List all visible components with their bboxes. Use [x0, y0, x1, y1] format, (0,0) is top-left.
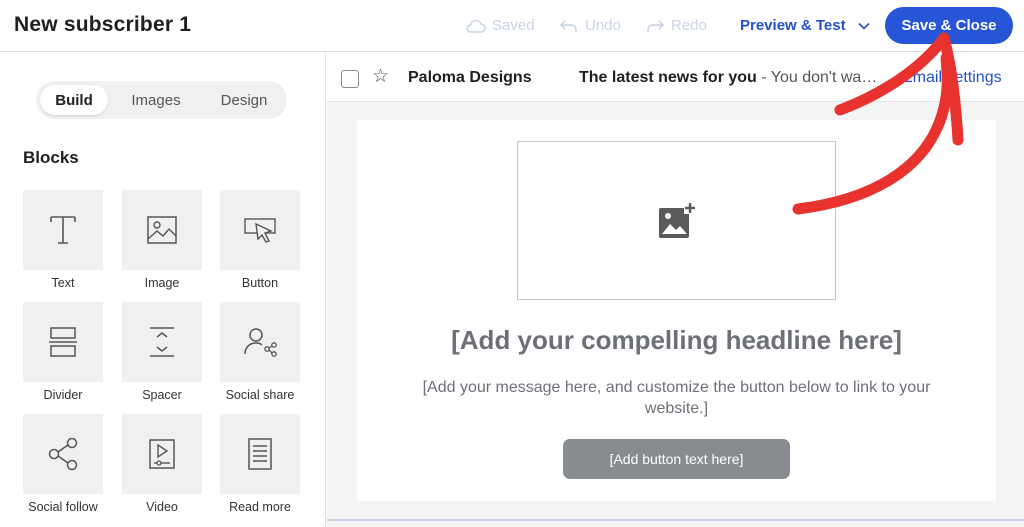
block-tile: [220, 414, 300, 494]
block-spacer[interactable]: Spacer: [122, 302, 202, 402]
blocks-heading: Blocks: [23, 148, 79, 167]
block-text[interactable]: Text: [23, 190, 103, 290]
block-label: Image: [144, 276, 180, 290]
tab-build[interactable]: Build: [40, 85, 108, 115]
redo-button[interactable]: Redo: [645, 17, 707, 34]
saved-label: Saved: [492, 17, 535, 34]
email-message[interactable]: [Add your message here, and customize th…: [397, 377, 956, 419]
email-headline[interactable]: [Add your compelling headline here]: [357, 325, 996, 356]
star-icon[interactable]: ☆: [372, 67, 389, 86]
inbox-preview-row: ☆ Paloma Designs The latest news for you…: [327, 53, 1024, 102]
undo-button[interactable]: Undo: [559, 17, 621, 34]
subject-text: The latest news for you: [579, 69, 757, 86]
block-divider[interactable]: Divider: [23, 302, 103, 402]
block-tile: [122, 302, 202, 382]
button-icon: [244, 218, 276, 243]
email-canvas: [Add your compelling headline here] [Add…: [357, 120, 996, 501]
preview-test-dropdown[interactable]: Preview & Test: [740, 17, 870, 34]
email-settings-link[interactable]: Email settings: [902, 69, 1002, 87]
redo-icon: [647, 19, 665, 32]
block-tile: [23, 414, 103, 494]
spacer-icon: [150, 327, 174, 357]
block-label: Button: [241, 276, 279, 290]
block-video[interactable]: Video: [122, 414, 202, 514]
sidebar-tabs: Build Images Design: [36, 81, 287, 119]
canvas-bottom-rule: [327, 519, 1024, 521]
block-label: Social follow: [28, 500, 98, 514]
block-label: Text: [51, 276, 75, 290]
block-tile: [220, 190, 300, 270]
block-button[interactable]: Button: [220, 190, 300, 290]
sender-name: Paloma Designs: [408, 69, 532, 86]
block-read-more[interactable]: Read more: [220, 414, 300, 514]
email-cta-button[interactable]: [Add button text here]: [563, 439, 790, 479]
block-tile: [122, 190, 202, 270]
preheader-snippet: - You don't wa…: [756, 69, 878, 86]
social-follow-icon: [48, 437, 78, 471]
preview-test-label: Preview & Test: [740, 17, 846, 34]
block-label: Video: [146, 500, 178, 514]
page-title: New subscriber 1: [14, 13, 192, 36]
read-more-icon: [248, 438, 272, 470]
block-tile: [23, 302, 103, 382]
image-icon: [147, 216, 177, 244]
editor-header: New subscriber 1 Saved Undo Redo Preview…: [0, 0, 1024, 52]
text-icon: [50, 216, 76, 244]
save-close-button[interactable]: Save & Close: [885, 7, 1013, 44]
cloud-icon: [466, 19, 486, 33]
block-tile: [23, 190, 103, 270]
block-label: Spacer: [142, 388, 182, 402]
tab-images[interactable]: Images: [116, 85, 196, 115]
block-label: Read more: [229, 500, 291, 514]
block-label: Divider: [43, 388, 83, 402]
social-share-icon: [244, 328, 277, 357]
undo-icon: [559, 19, 577, 32]
redo-label: Redo: [671, 17, 707, 34]
block-social-follow[interactable]: Social follow: [23, 414, 103, 514]
divider-icon: [49, 327, 77, 357]
email-preview-area: ☆ Paloma Designs The latest news for you…: [327, 53, 1024, 527]
chevron-down-icon: [858, 22, 870, 30]
block-image[interactable]: Image: [122, 190, 202, 290]
add-image-icon: [658, 201, 696, 238]
undo-label: Undo: [585, 17, 621, 34]
select-checkbox[interactable]: [341, 70, 359, 88]
block-tile: [122, 414, 202, 494]
sidebar: Build Images Design Blocks Text Image Bu…: [0, 53, 326, 527]
saved-status: Saved: [466, 17, 535, 34]
tab-design[interactable]: Design: [204, 85, 284, 115]
block-tile: [220, 302, 300, 382]
block-label: Social share: [225, 388, 295, 402]
image-placeholder[interactable]: [517, 141, 836, 300]
video-icon: [149, 439, 175, 469]
block-social-share[interactable]: Social share: [220, 302, 300, 402]
subject-line: The latest news for you - You don't wa…: [579, 69, 877, 87]
